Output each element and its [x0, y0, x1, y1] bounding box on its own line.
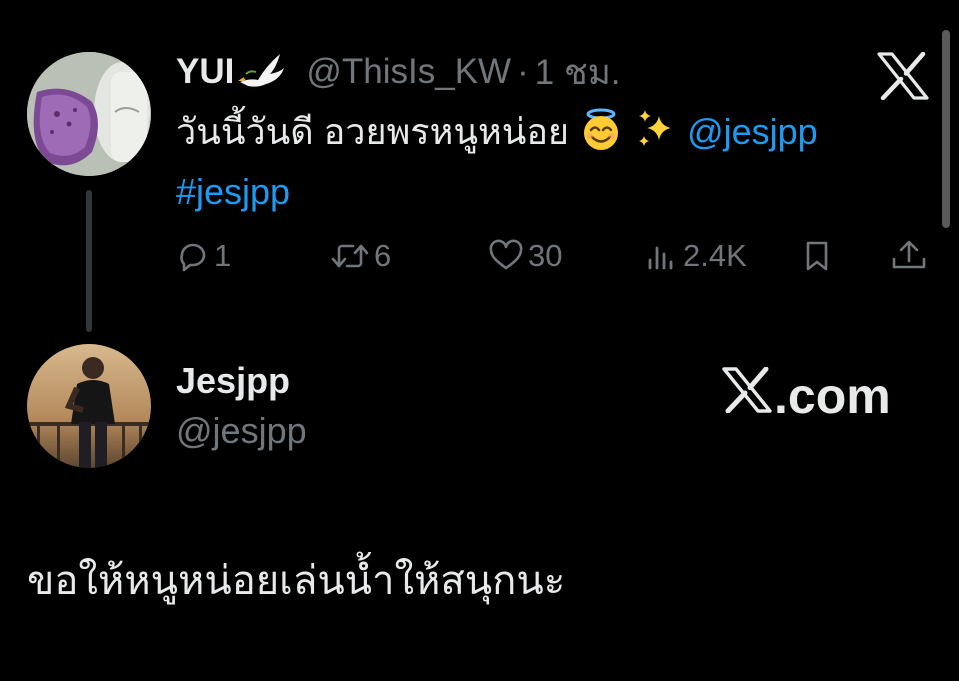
x-logo-icon [722, 366, 774, 425]
sparkles-emoji-icon [633, 108, 677, 166]
x-logo-icon[interactable] [877, 51, 929, 101]
share-icon [890, 239, 928, 273]
heart-icon [488, 239, 524, 273]
views-icon [645, 239, 679, 273]
tweet-actions: 1 6 30 2.4K [0, 230, 959, 282]
bookmark-button[interactable] [800, 230, 834, 282]
author-handle[interactable]: @ThisIs_KW [306, 52, 511, 92]
avatar-yui[interactable] [27, 52, 151, 176]
reply-text: ขอให้หนูหน่อยเล่นน้ำให้สนุกนะ [27, 559, 566, 603]
mention-link[interactable]: @jesjpp [687, 111, 818, 152]
x-com-watermark: .com [722, 366, 891, 425]
profile-name[interactable]: Jesjpp [176, 360, 290, 402]
tweet-time[interactable]: 1 ชม. [535, 45, 621, 100]
views-count: 2.4K [683, 238, 747, 273]
like-button[interactable]: 30 [488, 230, 562, 282]
profile-handle[interactable]: @jesjpp [176, 410, 307, 452]
like-count: 30 [528, 238, 563, 273]
reply-icon [176, 239, 210, 273]
bookmark-icon [800, 239, 834, 273]
author-name[interactable]: YUI [176, 52, 234, 92]
watermark-text: .com [774, 368, 891, 424]
tweet-header: YUI @ThisIs_KW · 1 ชม. [176, 50, 621, 94]
views-button[interactable]: 2.4K [645, 230, 747, 282]
smiling-halo-emoji-icon [579, 108, 623, 166]
retweet-button[interactable]: 6 [330, 230, 391, 282]
scrollbar[interactable] [942, 30, 950, 228]
hashtag-link[interactable]: #jesjpp [176, 171, 290, 212]
reply-button[interactable]: 1 [176, 230, 231, 282]
tweet-text: วันนี้วันดี อวยพรหนูหน่อย @jesjpp #jesjp… [176, 106, 916, 218]
avatar-jesjpp[interactable] [27, 344, 151, 468]
tweet-text-thai: วันนี้วันดี อวยพรหนูหน่อย [176, 111, 570, 152]
share-button[interactable] [890, 230, 928, 282]
retweet-count: 6 [374, 238, 392, 273]
retweet-icon [330, 239, 370, 273]
reply-count: 1 [214, 238, 232, 273]
dove-icon [236, 52, 286, 92]
separator-dot: · [517, 52, 529, 91]
